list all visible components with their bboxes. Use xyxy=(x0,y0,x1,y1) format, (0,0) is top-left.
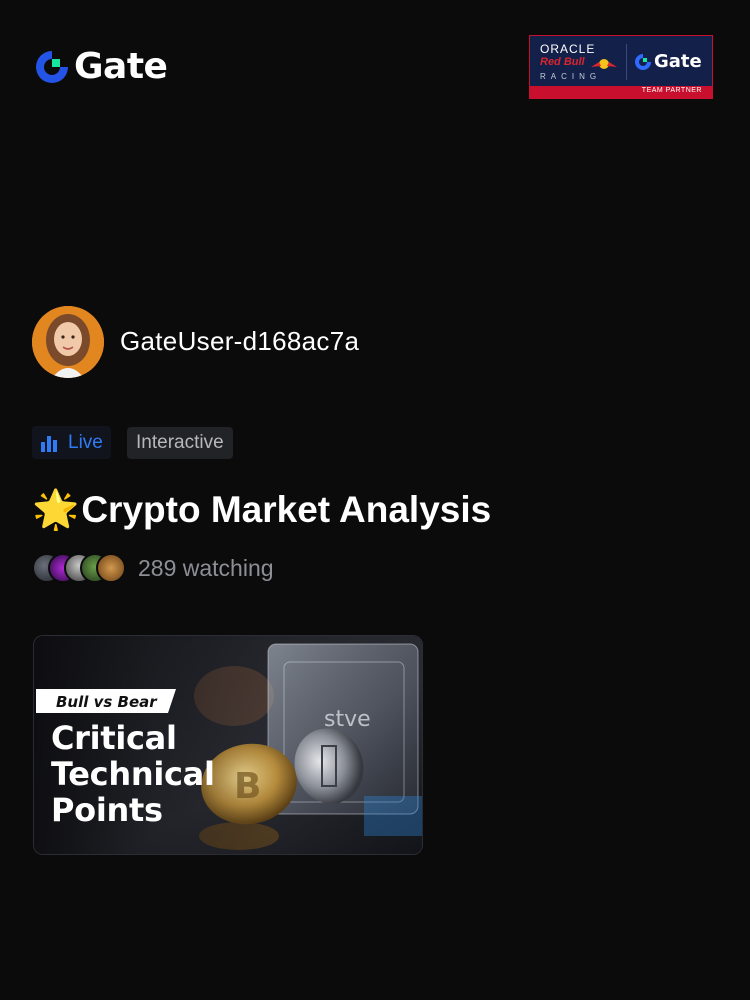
oracle-text: ORACLE xyxy=(540,42,596,56)
redbull-bulls-icon xyxy=(591,59,617,69)
viewer-avatar xyxy=(96,553,126,583)
star-emoji: 🌟 xyxy=(32,489,80,531)
team-partner-strip: TEAM PARTNER xyxy=(530,86,712,98)
host-avatar-image xyxy=(32,306,104,378)
team-partner-text: TEAM PARTNER xyxy=(641,87,702,94)
viewer-row: 289 watching xyxy=(32,553,274,583)
headline-line: Critical xyxy=(51,719,177,757)
thumbnail-headline: Critical Technical Points xyxy=(51,720,215,828)
stream-thumbnail-card[interactable]: stve B Bull vs Bear Critical Technical P… xyxy=(33,635,423,855)
team-partner-banner[interactable]: ORACLE Red Bull RACING Gate TEAM PARTNER xyxy=(529,35,713,99)
badge-text: Bull vs Bear xyxy=(56,693,157,711)
redbull-text: Red Bull xyxy=(540,56,585,68)
gate-logo[interactable]: Gate xyxy=(34,46,168,87)
partner-divider xyxy=(626,44,627,80)
gate-logo-icon xyxy=(36,51,68,83)
box-text: stve xyxy=(324,707,371,732)
host-avatar[interactable] xyxy=(32,306,104,378)
live-tag: Live xyxy=(32,426,111,459)
live-bars-icon xyxy=(41,435,57,452)
gate-logo-icon xyxy=(635,53,651,70)
stream-title: 🌟 Crypto Market Analysis xyxy=(32,489,491,531)
partner-gate-logo: Gate xyxy=(634,51,702,72)
watching-count: 289 watching xyxy=(138,554,274,581)
interactive-tag: Interactive xyxy=(127,427,233,459)
racing-text: RACING xyxy=(540,72,602,81)
headline-line: Points xyxy=(51,791,163,829)
host-username[interactable]: GateUser-d168ac7a xyxy=(120,326,359,357)
stream-title-text: Crypto Market Analysis xyxy=(81,489,492,530)
live-label: Live xyxy=(68,431,103,453)
partner-gate-text: Gate xyxy=(654,51,702,72)
headline-line: Technical xyxy=(51,755,215,793)
gate-logo-text: Gate xyxy=(74,46,168,87)
interactive-label: Interactive xyxy=(136,432,224,453)
